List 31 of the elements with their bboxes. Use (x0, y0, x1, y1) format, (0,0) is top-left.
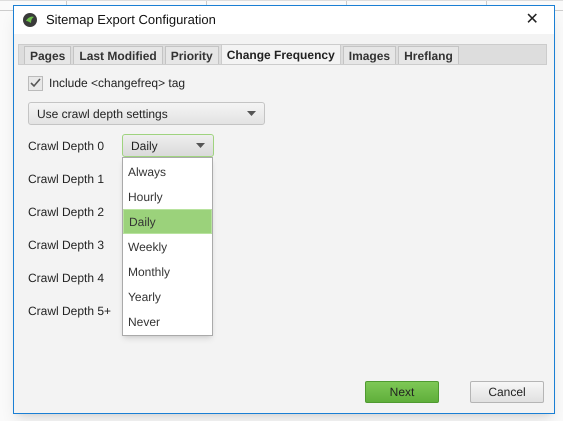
menu-item[interactable]: Hourly (123, 184, 212, 209)
depth-label: Crawl Depth 0 (28, 138, 106, 154)
depth-label: Crawl Depth 2 (28, 204, 106, 220)
menu-item[interactable]: Weekly (123, 234, 212, 259)
depth-label: Crawl Depth 5+ (28, 302, 112, 320)
mode-select[interactable]: Use crawl depth settings (28, 102, 265, 125)
caret-icon (247, 111, 256, 116)
cancel-button[interactable]: Cancel (470, 381, 544, 403)
menu-item[interactable]: Daily (123, 209, 212, 234)
checkbox[interactable] (28, 76, 43, 90)
checkbox-label: Include <changefreq> tag (49, 75, 186, 92)
depth-label: Crawl Depth 3 (28, 236, 106, 254)
next-button[interactable]: Next (365, 381, 439, 403)
tab[interactable]: Images (342, 46, 396, 64)
tab[interactable]: Hreflang (398, 46, 459, 64)
depth-label: Crawl Depth 4 (28, 270, 106, 286)
tab[interactable]: Last Modified (73, 46, 163, 64)
window-title: Sitemap Export Configuration (46, 11, 217, 30)
checkmark-icon (30, 78, 41, 88)
frequency-select[interactable]: Daily (122, 134, 214, 157)
tab[interactable]: Change Frequency (220, 44, 341, 64)
close-button[interactable]: ✕ (518, 8, 546, 32)
caret-icon (196, 143, 205, 148)
menu-item[interactable]: Yearly (123, 284, 212, 309)
depth-label: Crawl Depth 1 (28, 170, 106, 188)
app-logo-icon (22, 12, 38, 28)
menu-item[interactable]: Never (123, 309, 212, 334)
menu-item[interactable]: Monthly (123, 259, 212, 284)
tab[interactable]: Pages (24, 46, 72, 64)
tab[interactable]: Priority (164, 46, 219, 64)
menu-item[interactable]: Always (123, 159, 212, 184)
